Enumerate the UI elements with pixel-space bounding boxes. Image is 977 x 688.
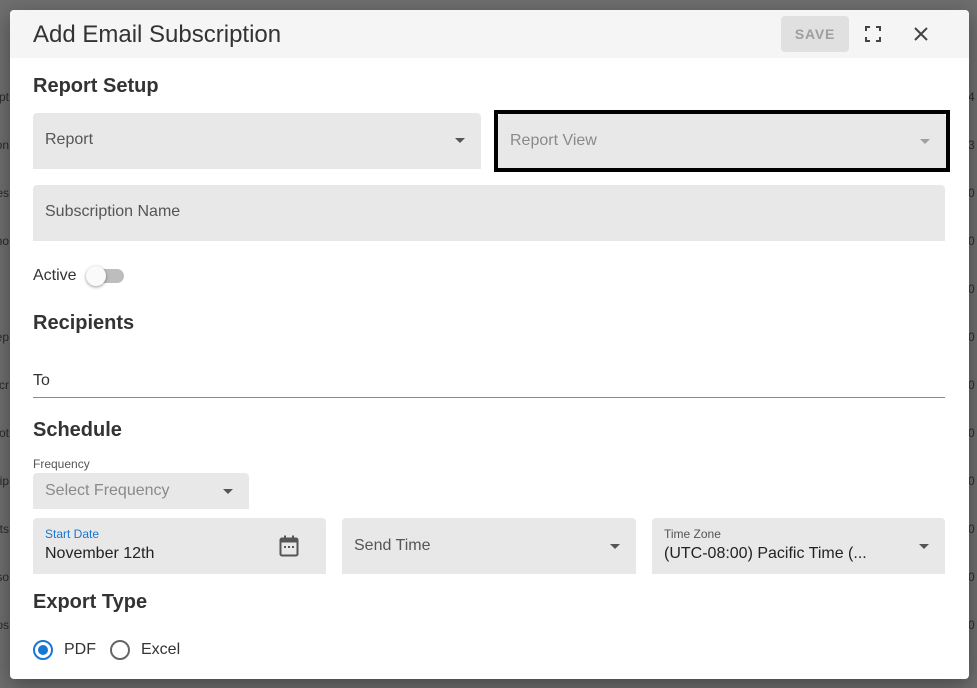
background-text: 0 (968, 186, 975, 200)
background-text: pt (0, 90, 9, 104)
dialog-title: Add Email Subscription (33, 21, 282, 48)
background-text: es (0, 186, 9, 200)
start-date-picker[interactable]: Start Date November 12th (33, 518, 326, 574)
background-text: on (0, 138, 9, 152)
background-text: 3 (968, 138, 975, 152)
section-title-export-type: Export Type (33, 591, 148, 613)
to-recipients-input[interactable]: To (33, 366, 945, 398)
fullscreen-button[interactable] (861, 22, 885, 46)
background-text: 0 (968, 618, 975, 632)
save-button[interactable]: SAVE (781, 16, 849, 52)
background-text: 0 (968, 330, 975, 344)
time-zone-select[interactable]: Time Zone (UTC-08:00) Pacific Time (... (652, 518, 945, 574)
background-text: ts (0, 522, 9, 536)
report-select-placeholder: Report (45, 131, 94, 148)
report-select[interactable]: Report (33, 113, 481, 169)
background-text: 0 (968, 522, 975, 536)
background-text: no (0, 234, 9, 248)
close-icon (914, 27, 928, 41)
dropdown-arrow-icon (610, 544, 620, 549)
background-text: 0 (968, 426, 975, 440)
frequency-select[interactable]: Select Frequency (33, 473, 249, 509)
background-text: cr (0, 378, 9, 392)
export-excel-radio[interactable] (110, 640, 130, 660)
start-date-label: Start Date (45, 527, 100, 541)
time-zone-label: Time Zone (664, 527, 721, 541)
calendar-icon[interactable] (279, 535, 299, 557)
frequency-label: Frequency (33, 457, 90, 471)
to-label: To (33, 372, 50, 389)
report-view-focus-outline (494, 110, 950, 172)
frequency-select-placeholder: Select Frequency (45, 482, 170, 499)
export-excel-label[interactable]: Excel (141, 641, 180, 659)
dropdown-arrow-icon (455, 138, 465, 143)
background-text: 0 (968, 474, 975, 488)
subscription-name-placeholder: Subscription Name (45, 203, 181, 220)
background-text: 0 (968, 570, 975, 584)
background-text: ep (0, 330, 9, 344)
background-text: 0 (968, 378, 975, 392)
start-date-value: November 12th (45, 545, 155, 562)
background-text: so (0, 570, 9, 584)
time-zone-value: (UTC-08:00) Pacific Time (... (664, 545, 867, 562)
background-text: rip (0, 474, 9, 488)
background-text: 0 (968, 234, 975, 248)
background-text: 4 (968, 90, 975, 104)
export-pdf-label[interactable]: PDF (64, 641, 96, 659)
background-text: 0 (968, 282, 975, 296)
dropdown-arrow-icon (223, 489, 233, 494)
export-pdf-radio[interactable] (33, 640, 53, 660)
close-button[interactable] (909, 22, 933, 46)
send-time-select[interactable]: Send Time (342, 518, 636, 574)
background-text: os (0, 618, 9, 632)
dropdown-arrow-icon (919, 544, 929, 549)
send-time-placeholder: Send Time (354, 537, 431, 554)
fullscreen-icon (865, 26, 881, 42)
subscription-name-input[interactable]: Subscription Name (33, 185, 945, 241)
section-title-report-setup: Report Setup (33, 75, 159, 97)
background-text: ot (0, 426, 9, 440)
active-label: Active (33, 267, 77, 284)
section-title-schedule: Schedule (33, 419, 122, 441)
dialog-header: Add Email Subscription SAVE (10, 10, 969, 58)
active-toggle-thumb[interactable] (86, 266, 106, 286)
section-title-recipients: Recipients (33, 312, 135, 334)
add-email-subscription-dialog: Add Email Subscription SAVE Report Setup… (10, 10, 969, 679)
